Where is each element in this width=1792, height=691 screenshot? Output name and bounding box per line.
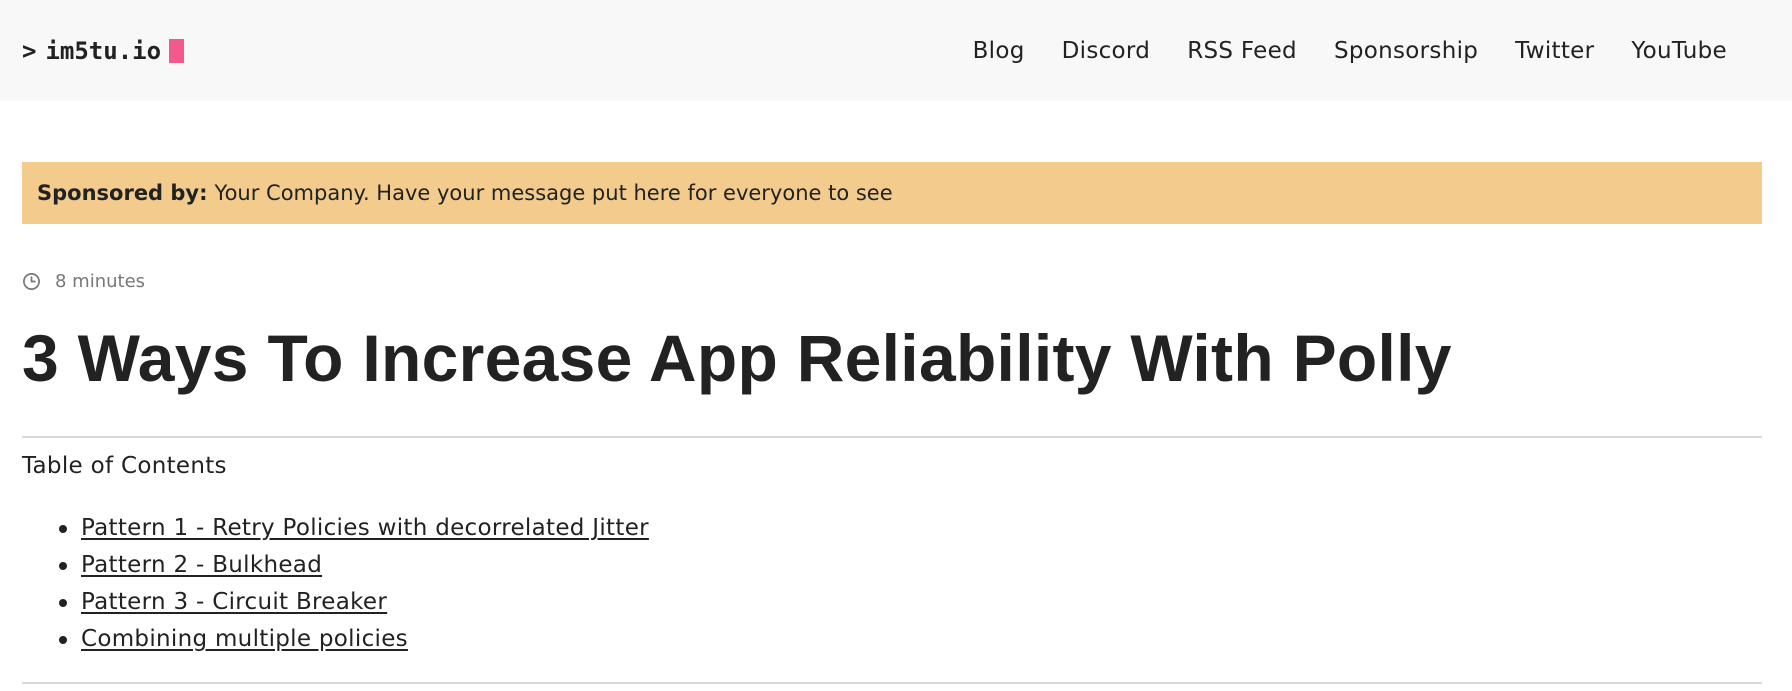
sponsor-banner: Sponsored by: Your Company. Have your me… — [22, 162, 1762, 224]
site-header: > im5tu.io Blog Discord RSS Feed Sponsor… — [0, 0, 1792, 101]
clock-icon — [23, 273, 40, 290]
toc-item: Pattern 3 - Circuit Breaker — [59, 586, 649, 623]
logo-text: im5tu.io — [45, 36, 162, 65]
bullet-marker — [59, 599, 67, 607]
nav-link-discord[interactable]: Discord — [1062, 38, 1151, 64]
logo-cursor-block — [169, 38, 185, 63]
toc-item: Combining multiple policies — [59, 623, 649, 660]
page-title: 3 Ways To Increase App Reliability With … — [22, 321, 1452, 395]
site-logo[interactable]: > im5tu.io — [22, 36, 185, 65]
nav-link-sponsorship[interactable]: Sponsorship — [1334, 38, 1478, 64]
sponsor-message: Your Company. Have your message put here… — [214, 181, 893, 205]
sponsor-label: Sponsored by: — [37, 181, 208, 205]
nav-link-blog[interactable]: Blog — [973, 38, 1025, 64]
bullet-marker — [59, 562, 67, 570]
divider — [22, 682, 1762, 684]
toc-link-bulkhead[interactable]: Pattern 2 - Bulkhead — [81, 552, 322, 578]
toc-item: Pattern 1 - Retry Policies with decorrel… — [59, 512, 649, 549]
toc-link-combining-policies[interactable]: Combining multiple policies — [81, 626, 408, 652]
main-nav: Blog Discord RSS Feed Sponsorship Twitte… — [973, 38, 1727, 64]
toc-list: Pattern 1 - Retry Policies with decorrel… — [59, 512, 649, 660]
nav-link-twitter[interactable]: Twitter — [1515, 38, 1594, 64]
toc-link-retry-policies[interactable]: Pattern 1 - Retry Policies with decorrel… — [81, 515, 649, 541]
bullet-marker — [59, 525, 67, 533]
toc-link-circuit-breaker[interactable]: Pattern 3 - Circuit Breaker — [81, 589, 387, 615]
bullet-marker — [59, 636, 67, 644]
divider — [22, 436, 1762, 438]
article-meta: 8 minutes — [22, 271, 145, 292]
reading-time: 8 minutes — [55, 271, 146, 292]
nav-link-youtube[interactable]: YouTube — [1631, 38, 1727, 64]
toc-heading: Table of Contents — [22, 453, 227, 479]
toc-item: Pattern 2 - Bulkhead — [59, 549, 649, 586]
logo-prompt-symbol: > — [22, 36, 37, 65]
nav-link-rss-feed[interactable]: RSS Feed — [1187, 38, 1297, 64]
